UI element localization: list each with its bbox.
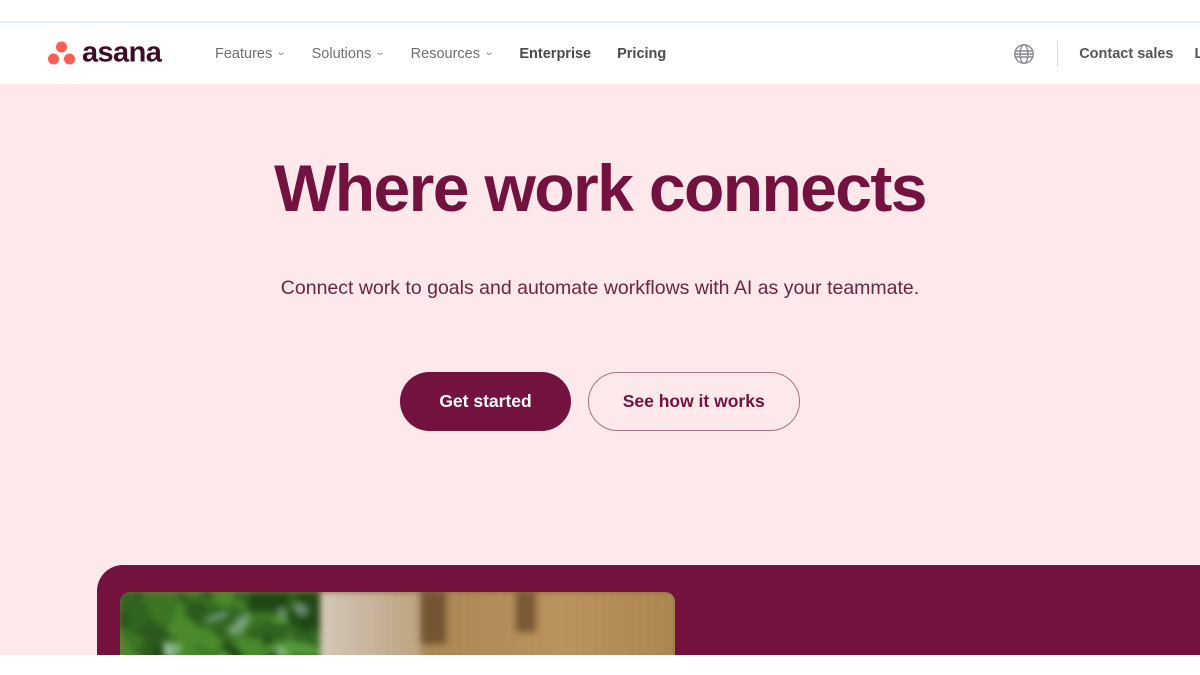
nav-item-solutions-label: Solutions xyxy=(312,46,372,62)
hero-photo-canvas xyxy=(120,592,675,655)
hero-cta-group: Get started See how it works xyxy=(0,372,1200,431)
page-bottom-edge xyxy=(0,655,1200,675)
hero-subheadline: Connect work to goals and automate workf… xyxy=(275,272,925,305)
get-started-button[interactable]: Get started xyxy=(400,372,570,431)
hero-media-panel xyxy=(97,565,1200,655)
nav-item-enterprise[interactable]: Enterprise xyxy=(519,46,591,62)
hero-photo xyxy=(120,592,675,655)
hero-section: Where work connects Connect work to goal… xyxy=(0,84,1200,655)
asana-wordmark: asana xyxy=(82,38,161,69)
nav-divider xyxy=(1057,41,1058,67)
log-in-link[interactable]: Log in xyxy=(1195,46,1200,62)
nav-item-pricing[interactable]: Pricing xyxy=(617,46,666,62)
browser-chrome-strip xyxy=(0,0,1200,21)
nav-item-features-label: Features xyxy=(215,46,272,62)
nav-item-resources[interactable]: Resources ⌄ xyxy=(411,46,494,62)
nav-item-features[interactable]: Features ⌄ xyxy=(215,46,286,62)
chevron-down-icon: ⌄ xyxy=(484,48,495,58)
asana-three-dots-logo-icon xyxy=(48,42,75,66)
page-root: asana Features ⌄ Solutions ⌄ Resources ⌄… xyxy=(0,0,1200,675)
asana-logo-link[interactable]: asana xyxy=(48,38,161,69)
contact-sales-link[interactable]: Contact sales xyxy=(1079,46,1173,62)
see-how-it-works-button[interactable]: See how it works xyxy=(588,372,800,431)
globe-icon[interactable] xyxy=(1012,42,1036,66)
chevron-down-icon: ⌄ xyxy=(375,48,386,58)
chevron-down-icon: ⌄ xyxy=(276,48,287,58)
nav-item-resources-label: Resources xyxy=(411,46,480,62)
hero-headline: Where work connects xyxy=(0,154,1200,224)
primary-nav-links: Features ⌄ Solutions ⌄ Resources ⌄ Enter… xyxy=(215,46,666,62)
top-navigation-bar: asana Features ⌄ Solutions ⌄ Resources ⌄… xyxy=(0,23,1200,84)
nav-utility-group: Contact sales Log in xyxy=(1012,41,1200,67)
nav-item-solutions[interactable]: Solutions ⌄ xyxy=(312,46,385,62)
